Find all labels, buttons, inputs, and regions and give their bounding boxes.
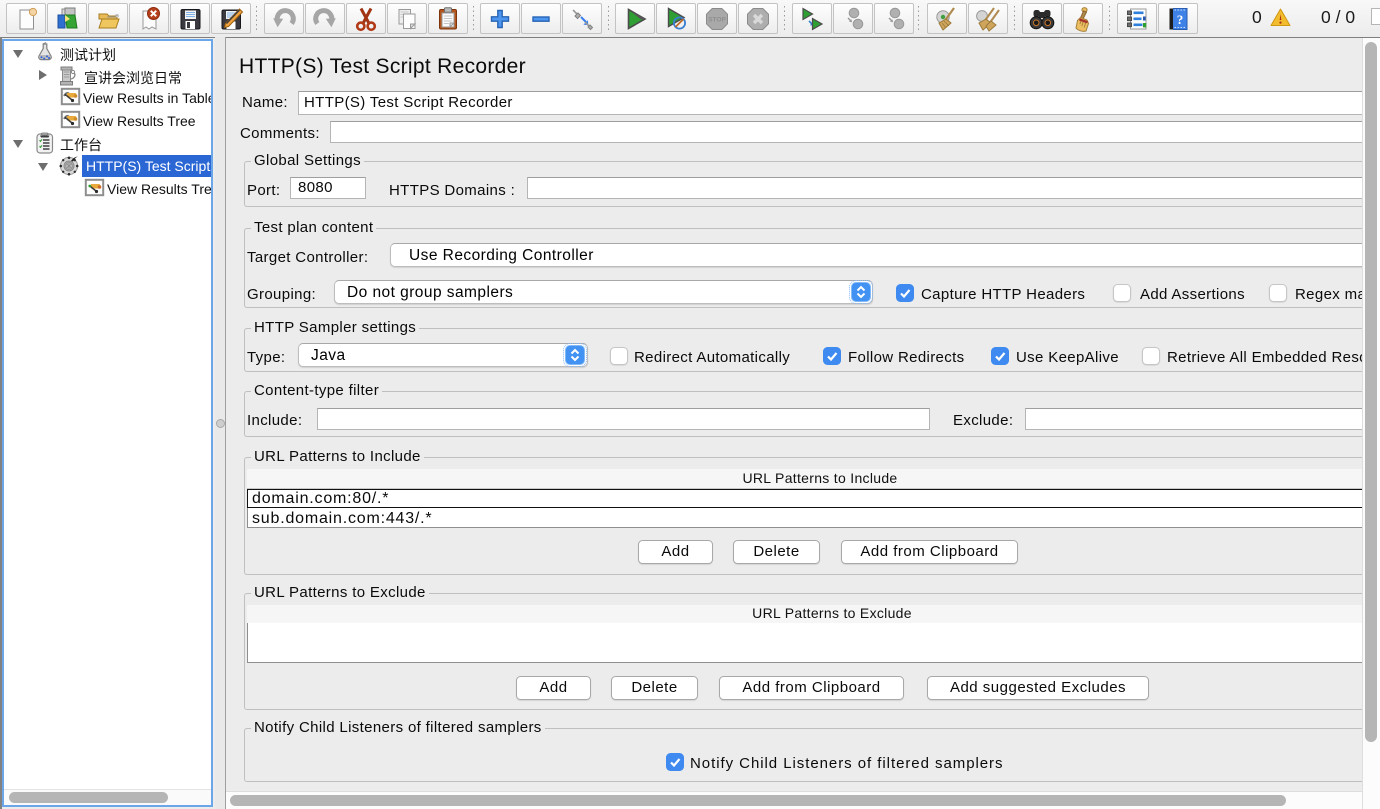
svg-text:STOP: STOP (708, 17, 726, 24)
svg-text:?: ? (1177, 12, 1184, 27)
